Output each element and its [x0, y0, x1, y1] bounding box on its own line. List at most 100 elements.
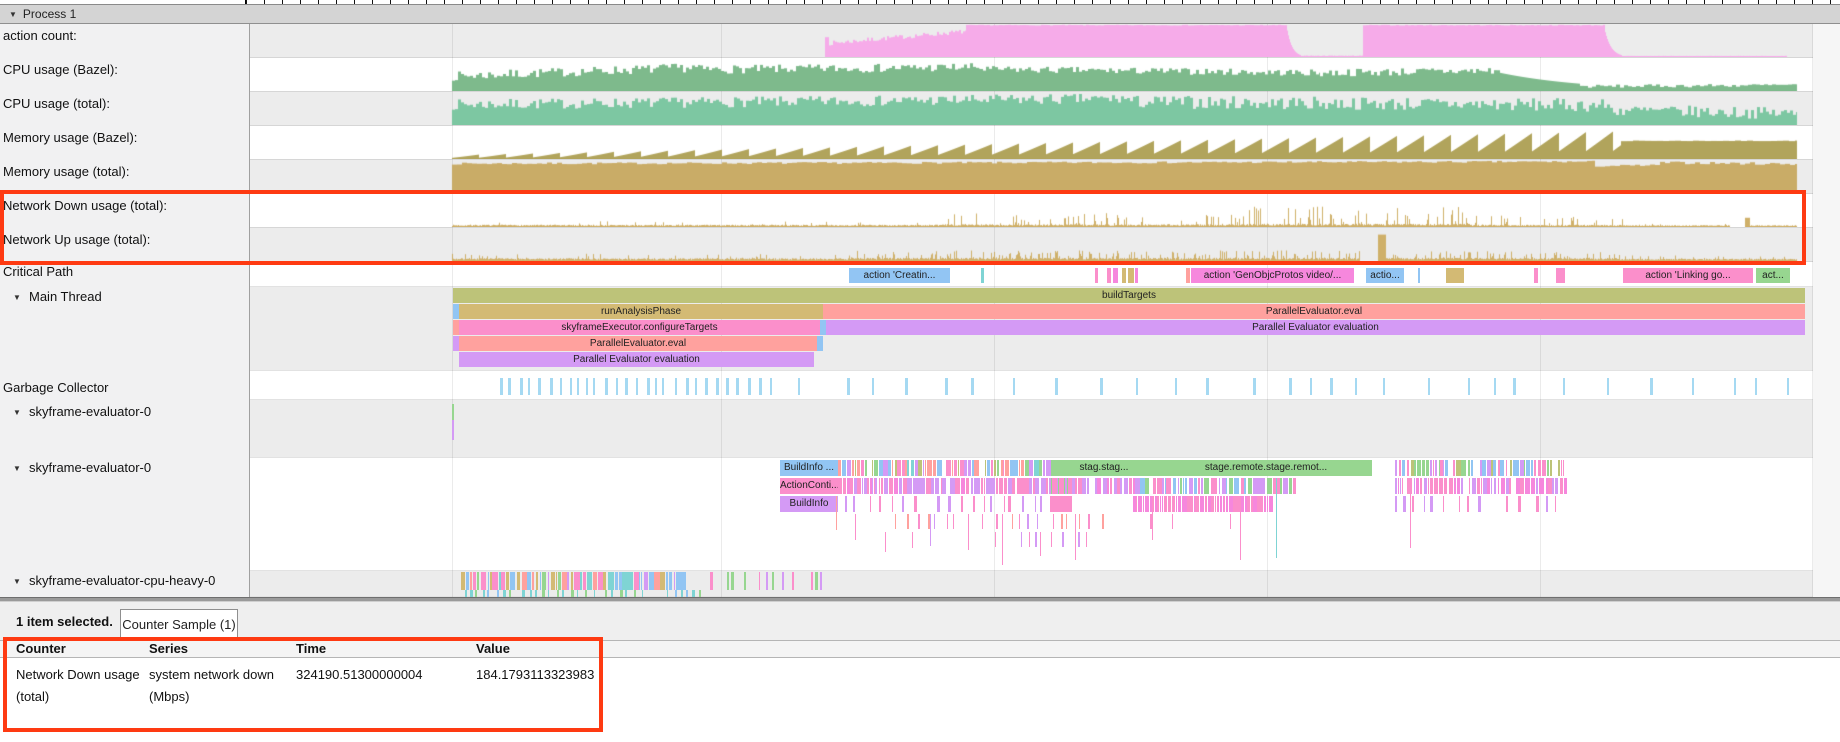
slice[interactable]: [473, 572, 477, 590]
slice[interactable]: [475, 590, 477, 597]
slice[interactable]: [1491, 478, 1493, 494]
collapse-triangle-icon[interactable]: ▼: [13, 290, 29, 306]
slice[interactable]: [953, 514, 955, 529]
slice[interactable]: [1439, 478, 1443, 494]
slice[interactable]: [655, 378, 657, 395]
slice[interactable]: [660, 572, 664, 590]
slice[interactable]: [1552, 478, 1554, 494]
slice[interactable]: [562, 590, 563, 597]
slice[interactable]: [1555, 478, 1559, 494]
slice[interactable]: [925, 460, 926, 476]
slice[interactable]: [1493, 460, 1496, 476]
slice[interactable]: [692, 590, 695, 597]
slice[interactable]: [843, 478, 846, 494]
slice[interactable]: [1414, 478, 1415, 494]
slice[interactable]: [542, 590, 544, 597]
slice[interactable]: [1456, 460, 1461, 476]
slice[interactable]: [1403, 496, 1406, 512]
slice-act-[interactable]: act...: [1756, 268, 1790, 283]
slice[interactable]: [1468, 460, 1470, 476]
slice[interactable]: [1145, 478, 1149, 494]
slice[interactable]: [1424, 478, 1427, 494]
slice[interactable]: [1037, 514, 1038, 529]
slice[interactable]: [680, 572, 686, 590]
slice[interactable]: [1487, 478, 1490, 494]
slice-runanalysisphase[interactable]: runAnalysisPhase: [459, 304, 823, 319]
slice[interactable]: [1516, 478, 1520, 494]
slice[interactable]: [587, 572, 591, 590]
sidebar-item-action-count-[interactable]: action count:: [0, 28, 248, 46]
slice[interactable]: [615, 572, 618, 590]
slice[interactable]: [636, 378, 638, 395]
slice[interactable]: [1280, 478, 1282, 494]
slice[interactable]: [1533, 478, 1534, 494]
slice[interactable]: [1214, 478, 1217, 494]
slice[interactable]: [1267, 478, 1272, 494]
slice[interactable]: [1190, 496, 1193, 512]
slice[interactable]: [811, 572, 813, 590]
slice[interactable]: [1494, 478, 1496, 494]
slice[interactable]: [820, 572, 822, 590]
slice[interactable]: [1205, 496, 1207, 512]
slice[interactable]: [1500, 460, 1504, 476]
slice[interactable]: [1022, 496, 1024, 512]
slice[interactable]: [1219, 478, 1221, 494]
slice[interactable]: [562, 572, 567, 590]
slice[interactable]: [1178, 478, 1179, 494]
slice[interactable]: [705, 378, 707, 395]
slice-actio-[interactable]: actio...: [1366, 268, 1404, 283]
slice[interactable]: [667, 590, 669, 597]
slice[interactable]: [1395, 478, 1397, 494]
slice[interactable]: [622, 572, 628, 590]
slice[interactable]: [759, 378, 761, 395]
slice[interactable]: [971, 478, 973, 494]
slice[interactable]: [966, 478, 969, 494]
slice[interactable]: [662, 378, 664, 395]
slice[interactable]: [1534, 268, 1538, 283]
slice[interactable]: [996, 478, 998, 494]
slice[interactable]: [530, 590, 532, 597]
slice[interactable]: [1422, 460, 1425, 476]
slice[interactable]: [1172, 514, 1173, 529]
slice[interactable]: [850, 478, 853, 494]
collapse-triangle-icon[interactable]: ▼: [13, 574, 29, 590]
sidebar-item-memory-usage-bazel-[interactable]: Memory usage (Bazel):: [0, 130, 248, 148]
slice[interactable]: [1257, 496, 1258, 512]
slice[interactable]: [1180, 478, 1182, 494]
slice[interactable]: [570, 378, 572, 395]
sidebar-item-skyframe-evaluator-0[interactable]: ▼skyframe-evaluator-0: [0, 404, 248, 422]
slice-action-creatin-[interactable]: action 'Creatin...: [849, 268, 950, 283]
slice-stag-stag-[interactable]: stag.stag...: [1048, 460, 1160, 476]
slice[interactable]: [1075, 478, 1077, 494]
slice[interactable]: [538, 378, 540, 395]
slice[interactable]: [503, 590, 506, 597]
slice[interactable]: [1248, 478, 1252, 494]
slice[interactable]: [1021, 532, 1022, 547]
slice[interactable]: [1140, 496, 1142, 512]
slice[interactable]: [1435, 460, 1437, 476]
slice[interactable]: [1102, 514, 1104, 529]
sidebar-item-critical-path[interactable]: Critical Path: [0, 264, 248, 282]
slice[interactable]: [1424, 496, 1425, 512]
slice[interactable]: [1027, 514, 1029, 529]
slice[interactable]: [1501, 478, 1504, 494]
slice[interactable]: [1086, 532, 1087, 547]
slice[interactable]: [1082, 478, 1086, 494]
slice[interactable]: [1445, 460, 1448, 476]
slice[interactable]: [865, 460, 867, 476]
sidebar-item-memory-usage-total-[interactable]: Memory usage (total):: [0, 164, 248, 182]
slice[interactable]: [792, 572, 795, 590]
slice[interactable]: [862, 478, 863, 494]
slice[interactable]: [954, 460, 958, 476]
slice[interactable]: [1546, 496, 1547, 512]
slice[interactable]: [1607, 378, 1610, 395]
slice[interactable]: [1175, 378, 1177, 395]
slice[interactable]: [593, 378, 595, 395]
slice[interactable]: [997, 460, 999, 476]
slice[interactable]: [1100, 378, 1103, 395]
slice[interactable]: [616, 378, 618, 395]
slice[interactable]: [897, 460, 901, 476]
slice[interactable]: [1536, 496, 1539, 512]
slice[interactable]: [731, 572, 733, 590]
slice[interactable]: [937, 496, 939, 512]
